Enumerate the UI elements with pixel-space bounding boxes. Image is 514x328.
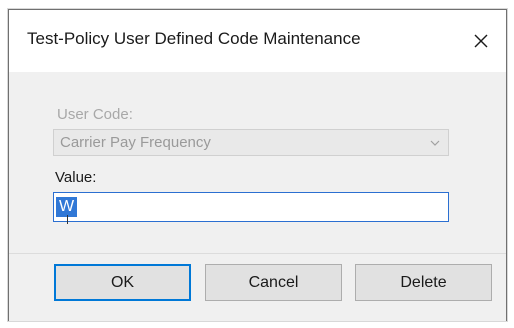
- close-icon: [474, 34, 488, 48]
- value-input[interactable]: W: [53, 192, 449, 224]
- user-code-value: Carrier Pay Frequency: [60, 134, 211, 151]
- title-bar[interactable]: Test-Policy User Defined Code Maintenanc…: [9, 10, 506, 72]
- dialog-body: User Code: Carrier Pay Frequency Value: …: [9, 72, 506, 253]
- ok-button[interactable]: OK: [54, 264, 191, 301]
- cancel-button[interactable]: Cancel: [205, 264, 342, 301]
- user-code-label: User Code:: [57, 106, 133, 123]
- chevron-down-icon: [430, 140, 440, 146]
- value-input-text: W: [56, 197, 78, 217]
- close-button[interactable]: [456, 10, 506, 72]
- text-cursor: [67, 215, 68, 224]
- dialog-window: Test-Policy User Defined Code Maintenanc…: [8, 9, 507, 321]
- value-label: Value:: [55, 169, 97, 186]
- dialog-title: Test-Policy User Defined Code Maintenanc…: [27, 29, 361, 48]
- user-code-dropdown[interactable]: Carrier Pay Frequency: [53, 129, 449, 156]
- button-bar: OK Cancel Delete: [9, 253, 506, 321]
- delete-button[interactable]: Delete: [355, 264, 492, 301]
